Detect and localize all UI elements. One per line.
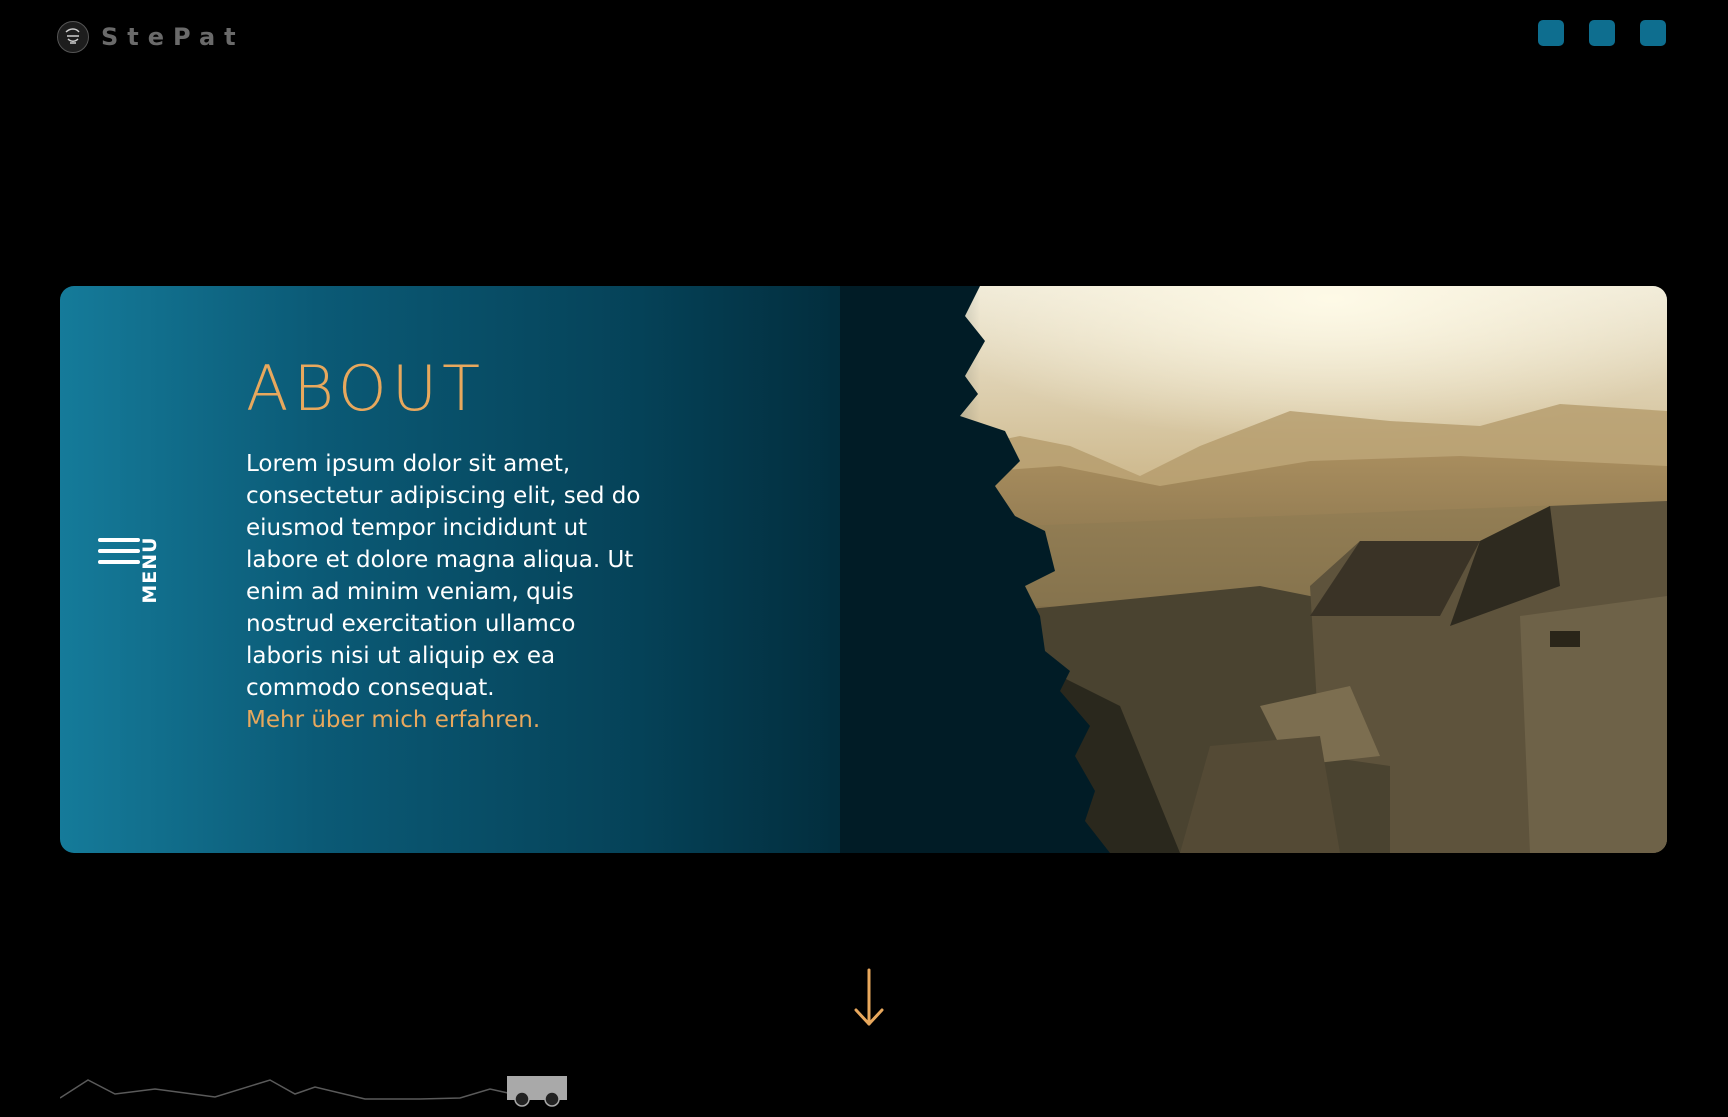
menu-toggle[interactable]: MENU bbox=[98, 531, 178, 611]
brand-name: StePat bbox=[101, 23, 245, 51]
social-icon-3[interactable] bbox=[1640, 20, 1666, 46]
about-body-text: Lorem ipsum dolor sit amet, consectetur … bbox=[246, 451, 641, 701]
trailer-icon bbox=[507, 1076, 567, 1107]
site-logo[interactable]: StePat bbox=[57, 21, 245, 53]
about-more-link[interactable]: Mehr über mich erfahren. bbox=[246, 704, 656, 736]
social-links bbox=[1538, 20, 1666, 46]
social-icon-1[interactable] bbox=[1538, 20, 1564, 46]
arrow-down-icon[interactable] bbox=[852, 968, 886, 1032]
menu-label: MENU bbox=[139, 536, 161, 604]
about-card: MENU ABOUT Lorem ipsum dolor sit amet, c… bbox=[60, 286, 1667, 853]
footer-mountain-illustration bbox=[60, 1076, 567, 1107]
hamburger-icon bbox=[98, 531, 140, 564]
stepat-logo-icon bbox=[57, 21, 89, 53]
about-title: ABOUT bbox=[246, 352, 485, 425]
page: StePat MENU ABOUT Lorem ipsum dolor sit … bbox=[0, 0, 1728, 1117]
social-icon-2[interactable] bbox=[1589, 20, 1615, 46]
about-content: ABOUT Lorem ipsum dolor sit amet, consec… bbox=[246, 358, 656, 736]
